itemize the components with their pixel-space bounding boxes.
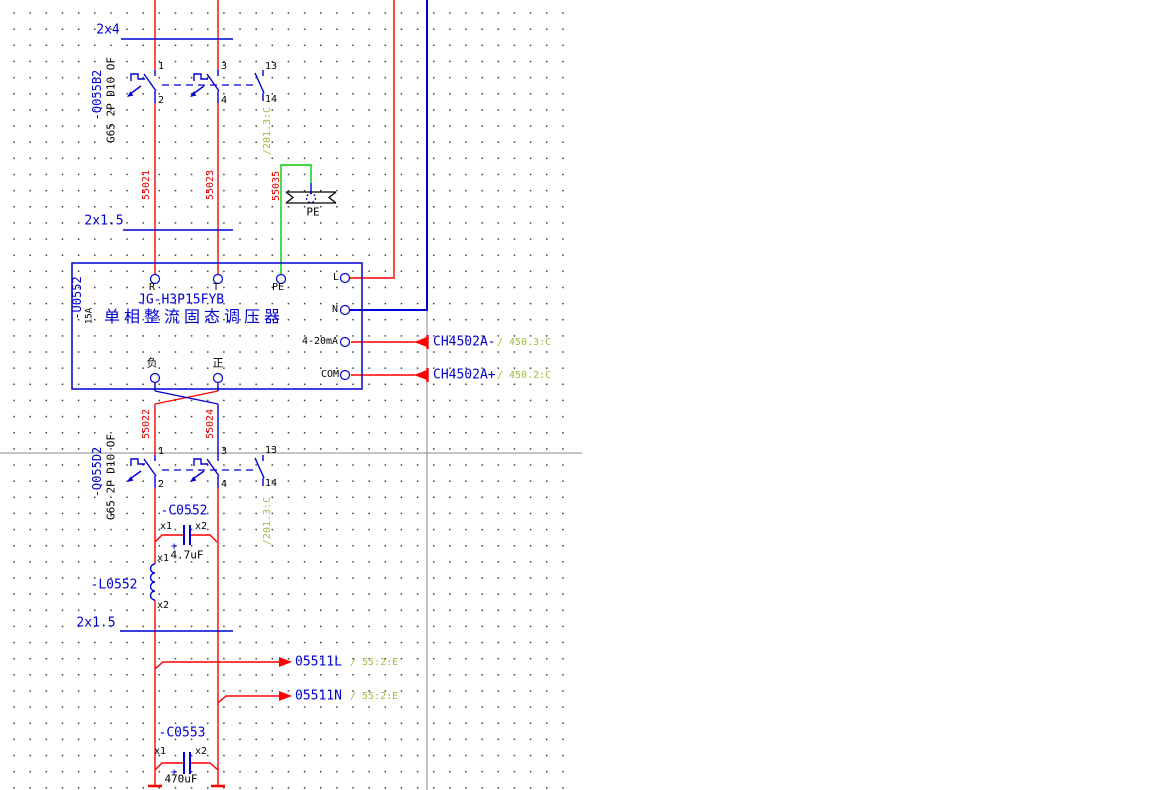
signal-arrows (279, 337, 427, 701)
terminal-label: 负 (147, 358, 158, 369)
regulator-rating: 15A (86, 308, 95, 324)
terminal-label: T (213, 283, 219, 293)
terminal-label: x2 (195, 522, 207, 532)
terminal-label: L (333, 273, 339, 283)
capacitor-c0552-value: 4.7uF (170, 550, 203, 561)
regulator-name[interactable]: -U0552 (71, 276, 83, 319)
terminal-label: 1 (158, 62, 164, 72)
schematic-canvas: 2x4 2x1.5 2x1.5 -Q055B2 G65 2P D10 OF /2… (0, 0, 1152, 790)
pe-ground-label: PE (306, 207, 319, 218)
terminal-label: 3 (221, 447, 227, 457)
arrow-05511l[interactable] (279, 657, 292, 667)
wire-number: 55024 (206, 409, 216, 439)
inductor-symbol-l0552[interactable] (151, 564, 155, 600)
cable-size-top: 2x4 (96, 24, 119, 37)
terminal-label: 13 (265, 446, 277, 456)
terminal-label: x1 (154, 747, 166, 757)
signal-label-05511l[interactable]: 05511L (295, 656, 342, 669)
terminal-label: 4 (221, 96, 227, 106)
signal-label-05511n[interactable]: 05511N (295, 690, 342, 703)
breaker-lower-name[interactable]: -Q055D2 (91, 447, 103, 498)
capacitor-c0553-name[interactable]: -C0553 (159, 727, 206, 740)
wire-number: 55023 (206, 170, 216, 200)
terminal-label: R (149, 283, 155, 293)
terminal-label: 4 (221, 480, 227, 490)
breaker-symbol-q055d2[interactable] (127, 455, 264, 488)
red-wires (148, 0, 428, 786)
capacitor-c0552-name[interactable]: -C0552 (161, 505, 208, 518)
terminal-label: x1 (157, 554, 169, 564)
terminal-label: 1 (158, 447, 164, 457)
pe-ground-symbol[interactable] (286, 183, 336, 203)
wire-number: 55022 (142, 409, 152, 439)
arrow-ch4502a-minus[interactable] (414, 337, 427, 347)
capacitor-c0553-value: 470uF (164, 774, 197, 785)
terminal-label: COM (321, 370, 339, 380)
breaker-symbol-q055b2[interactable] (127, 70, 264, 103)
capacitor-symbol-c0552[interactable] (184, 525, 190, 545)
terminal-label: x1 (160, 522, 172, 532)
regulator-description: 单相整流固态调压器 (104, 309, 284, 325)
pe-green-wire (281, 165, 311, 274)
terminal-label: N (332, 305, 338, 315)
terminal-label: 2 (158, 480, 164, 490)
terminal-label: x2 (195, 747, 207, 757)
arrow-ch4502a-plus[interactable] (414, 370, 427, 380)
terminal-label: 正 (213, 358, 224, 369)
breaker-upper-xref: /201.3:C (263, 107, 273, 155)
capacitor-symbol-c0553[interactable] (184, 752, 190, 774)
signal-xref: / 55:2:E (350, 658, 398, 668)
breaker-upper-name[interactable]: -Q055B2 (91, 70, 103, 121)
regulator-model: JG-H3P15FYB (138, 294, 224, 307)
breaker-upper-spec: G65 2P D10 OF (106, 57, 117, 143)
terminal-label: 2 (158, 96, 164, 106)
terminal-label: 14 (265, 479, 277, 489)
signal-label-ch4502a-minus[interactable]: CH4502A- (433, 336, 496, 349)
terminal-label: 4-20mA (302, 337, 338, 347)
schematic-drawing (0, 0, 1152, 790)
breaker-lower-spec: G65 2P D10 OF (106, 434, 117, 520)
terminal-label: 14 (265, 95, 277, 105)
terminal-label: x2 (157, 601, 169, 611)
cable-size-lower: 2x1.5 (76, 617, 115, 630)
signal-label-ch4502a-plus[interactable]: CH4502A+ (433, 369, 496, 382)
breaker-lower-xref: /201.3:C (263, 497, 273, 545)
wire-number: 55021 (142, 170, 152, 200)
signal-xref: / 55:2:E (350, 692, 398, 702)
arrow-05511n[interactable] (279, 691, 292, 701)
terminal-label: PE (272, 283, 284, 293)
terminal-label: 13 (265, 62, 277, 72)
inductor-l0552-name[interactable]: -L0552 (91, 579, 138, 592)
wire-number: 55035 (272, 171, 282, 201)
signal-xref: / 450.2:C (497, 371, 551, 381)
cable-size-upper: 2x1.5 (84, 215, 123, 228)
terminal-label: 3 (221, 62, 227, 72)
signal-xref: / 450.3:C (497, 338, 551, 348)
